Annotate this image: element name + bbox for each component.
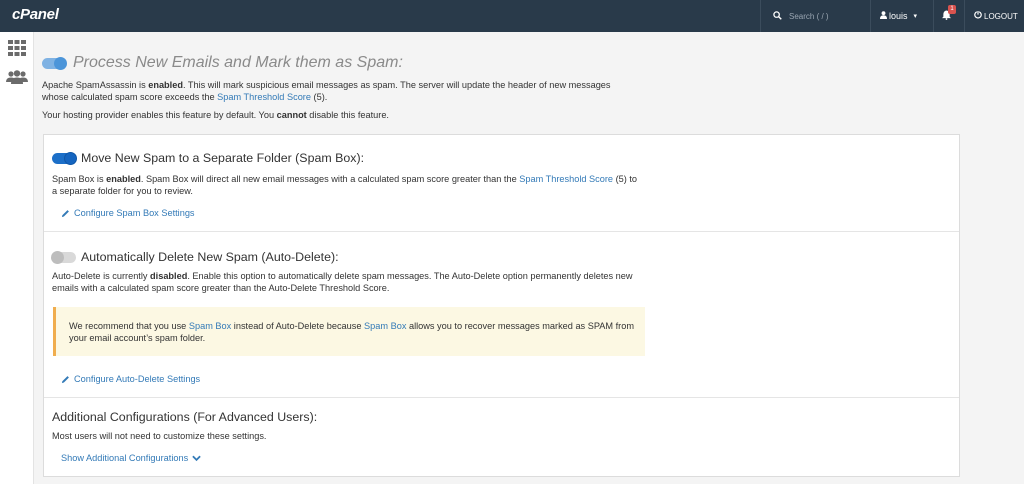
configure-autodelete-label: Configure Auto-Delete Settings [74, 374, 201, 384]
show-additional-configurations-link[interactable]: Show Additional Configurations [61, 453, 201, 463]
navbar-divider [870, 0, 871, 32]
navbar-divider [760, 0, 761, 32]
logout-icon [974, 11, 982, 21]
spambox-link[interactable]: Spam Box [364, 321, 406, 331]
user-name: louis [889, 11, 908, 21]
alert-text: instead of Auto-Delete because [231, 321, 365, 331]
chevron-down-icon [192, 455, 201, 461]
user-icon [880, 11, 887, 21]
section-divider [44, 397, 959, 398]
search-placeholder: Search ( / ) [789, 11, 829, 21]
caret-down-icon: ▾ [913, 13, 918, 20]
enabled-status: enabled [148, 80, 183, 90]
search-icon [773, 10, 782, 22]
desc-text: Auto-Delete is currently [52, 271, 151, 281]
left-sidebar [0, 32, 34, 484]
user-menu[interactable]: louis ▾ [880, 0, 932, 32]
spam-threshold-link[interactable]: Spam Threshold Score [519, 174, 613, 184]
spambox-toggle[interactable] [52, 151, 77, 165]
desc-text: disable this feature. [306, 110, 389, 120]
provider-note: Your hosting provider enables this featu… [42, 109, 642, 121]
advanced-description: Most users will not need to customize th… [52, 431, 267, 441]
page-title: Process New Emails and Mark them as Spam… [73, 54, 403, 71]
advanced-heading: Additional Configurations (For Advanced … [52, 410, 317, 424]
spamassassin-heading: Process New Emails and Mark them as Spam… [42, 54, 403, 72]
desc-text: Apache SpamAssassin is [42, 80, 149, 90]
alert-text: We recommend that you use [69, 321, 189, 331]
enabled-status: enabled [106, 174, 141, 184]
main-content: Process New Emails and Mark them as Spam… [34, 32, 1024, 484]
desc-text: Your hosting provider enables this featu… [42, 110, 277, 120]
logout-button[interactable]: LOGOUT [974, 0, 1020, 32]
spam-threshold-link[interactable]: Spam Threshold Score [217, 92, 311, 102]
autodelete-title: Automatically Delete New Spam (Auto-Dele… [81, 250, 339, 264]
logout-label: LOGOUT [984, 11, 1018, 21]
configure-spambox-label: Configure Spam Box Settings [74, 208, 195, 218]
autodelete-description: Auto-Delete is currently disabled. Enabl… [52, 270, 642, 294]
spambox-heading: Move New Spam to a Separate Folder (Spam… [52, 151, 364, 165]
spamassassin-toggle [42, 56, 67, 70]
notification-count-badge: 1 [948, 5, 956, 14]
autodelete-heading: Automatically Delete New Spam (Auto-Dele… [51, 250, 339, 264]
search-input[interactable]: Search ( / ) [762, 0, 860, 32]
cpanel-logo[interactable]: cPanel [12, 6, 59, 23]
pencil-icon [61, 209, 69, 217]
desc-text: . Spam Box will direct all new email mes… [140, 174, 520, 184]
pencil-icon [61, 375, 69, 383]
desc-text: (5). [310, 92, 328, 102]
configure-autodelete-link[interactable]: Configure Auto-Delete Settings [61, 374, 200, 384]
spambox-description: Spam Box is enabled. Spam Box will direc… [52, 173, 642, 197]
cannot-emphasis: cannot [276, 110, 307, 120]
navbar-divider [964, 0, 965, 32]
navbar-divider [933, 0, 934, 32]
spambox-title: Move New Spam to a Separate Folder (Spam… [81, 151, 365, 165]
grid-icon[interactable] [8, 40, 26, 56]
disabled-status: disabled [150, 271, 188, 281]
top-navbar: cPanel Search ( / ) louis ▾ 1 LOGOUT [0, 0, 1024, 32]
show-additional-label: Show Additional Configurations [61, 453, 189, 463]
section-divider [44, 231, 959, 232]
configure-spambox-link[interactable]: Configure Spam Box Settings [61, 208, 195, 218]
users-icon[interactable] [6, 70, 28, 86]
desc-text: Spam Box is [52, 174, 107, 184]
spam-settings-panel: Move New Spam to a Separate Folder (Spam… [43, 134, 960, 477]
advanced-title: Additional Configurations (For Advanced … [52, 410, 318, 424]
spambox-link[interactable]: Spam Box [189, 321, 231, 331]
spambox-recommendation-alert: We recommend that you use Spam Box inste… [53, 307, 645, 356]
autodelete-toggle[interactable] [51, 250, 76, 264]
spamassassin-description: Apache SpamAssassin is enabled. This wil… [42, 79, 632, 103]
